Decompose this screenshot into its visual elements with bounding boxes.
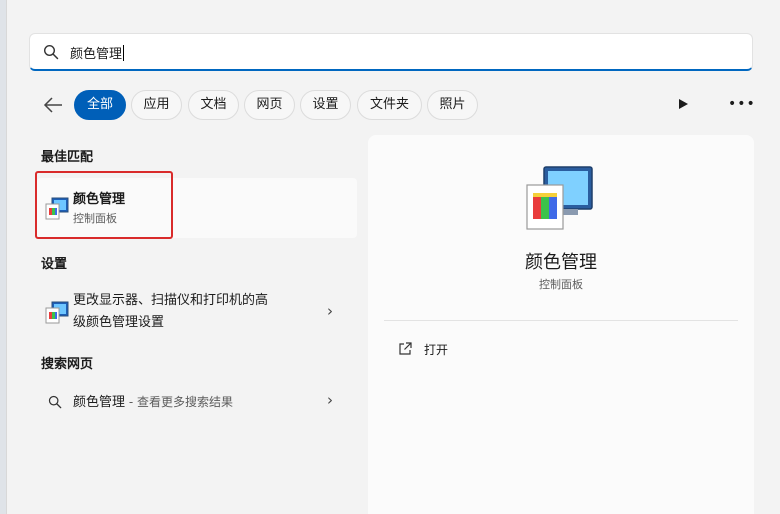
best-match-heading: 最佳匹配 xyxy=(41,150,94,165)
filter-chip-all[interactable]: 全部 xyxy=(74,90,126,120)
web-search-text: 颜色管理 - 查看更多搜索结果 xyxy=(73,395,233,410)
text-caret xyxy=(123,45,125,61)
chevron-right-icon[interactable]: › xyxy=(327,302,333,320)
filter-chip-settings[interactable]: 设置 xyxy=(300,90,351,120)
filter-chip-apps[interactable]: 应用 xyxy=(131,90,182,120)
search-icon xyxy=(48,395,62,409)
color-management-settings-icon xyxy=(45,301,69,324)
settings-result-item[interactable]: 更改显示器、扫描仪和打印机的高 级颜色管理设置 › xyxy=(37,288,357,336)
settings-result-text: 更改显示器、扫描仪和打印机的高 级颜色管理设置 xyxy=(73,293,269,330)
search-box[interactable]: 颜色管理 xyxy=(29,33,753,71)
open-external-icon[interactable] xyxy=(398,342,412,356)
color-management-large-icon xyxy=(526,166,593,230)
open-action[interactable]: 打开 xyxy=(424,341,448,358)
divider xyxy=(384,320,738,321)
start-search-panel: 颜色管理 全部 应用 文档 网页 设置 文件夹 照片 ••• 最佳匹配 颜色管理… xyxy=(6,0,780,514)
search-input[interactable]: 颜色管理 xyxy=(70,43,125,62)
web-search-heading: 搜索网页 xyxy=(41,357,94,372)
search-icon xyxy=(43,44,59,60)
detail-type: 控制面板 xyxy=(539,278,583,291)
highlight-box xyxy=(35,171,173,239)
filter-chip-documents[interactable]: 文档 xyxy=(188,90,239,120)
chevron-right-icon[interactable]: › xyxy=(327,391,333,409)
web-search-result-item[interactable]: 颜色管理 - 查看更多搜索结果 › xyxy=(37,390,357,416)
settings-heading: 设置 xyxy=(41,257,68,272)
filter-chip-photos[interactable]: 照片 xyxy=(427,90,478,120)
detail-pane: 颜色管理 控制面板 打开 xyxy=(368,135,754,514)
filter-chip-folders[interactable]: 文件夹 xyxy=(357,90,422,120)
detail-title: 颜色管理 xyxy=(525,252,597,273)
back-arrow-icon[interactable] xyxy=(41,94,65,116)
play-icon[interactable] xyxy=(677,98,689,110)
filter-chip-web[interactable]: 网页 xyxy=(244,90,295,120)
more-options-icon[interactable]: ••• xyxy=(728,96,756,112)
